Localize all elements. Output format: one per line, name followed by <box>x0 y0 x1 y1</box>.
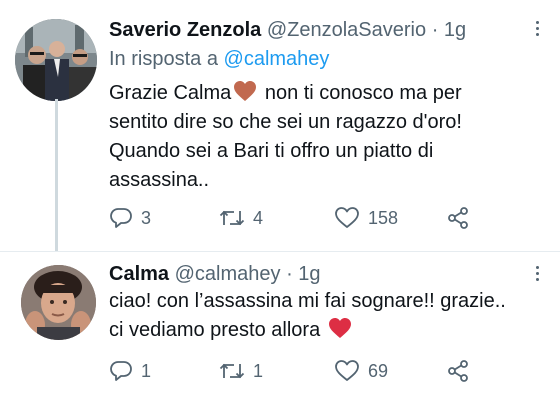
text-line: sentito dire so che sei un ragazzo d'oro… <box>109 111 462 133</box>
share-icon <box>448 360 468 382</box>
reply-prefix: In risposta a <box>109 48 224 70</box>
author-handle[interactable]: @calmahey <box>175 263 281 285</box>
tweet-header: Calma @calmahey · 1g <box>109 262 321 286</box>
tweet-calma[interactable]: Calma @calmahey · 1g ciao! con l’assassi… <box>0 252 560 401</box>
timestamp[interactable]: 1g <box>298 263 320 285</box>
reply-icon <box>110 361 132 381</box>
separator-dot: · <box>286 263 293 285</box>
tweet-text: Grazie Calma non ti conosco ma per senti… <box>109 79 462 195</box>
retweet-button[interactable]: 1 <box>219 358 263 384</box>
timestamp[interactable]: 1g <box>444 19 466 41</box>
like-count: 69 <box>368 360 389 381</box>
tweet-header: Saverio Zenzola @ZenzolaSaverio · 1g <box>109 18 466 42</box>
text-line: ciao! con l’assassina mi fai sognare!! g… <box>109 290 506 312</box>
tweet-saverio[interactable]: Saverio Zenzola @ZenzolaSaverio · 1g In … <box>0 0 560 252</box>
like-button[interactable]: 158 <box>334 205 398 231</box>
retweet-count: 4 <box>253 207 264 228</box>
share-button[interactable] <box>446 205 470 231</box>
reply-count: 1 <box>141 360 152 381</box>
author-name[interactable]: Saverio Zenzola <box>109 19 261 41</box>
avatar-saverio[interactable] <box>15 19 97 101</box>
reply-context: In risposta a @calmahey <box>109 47 329 71</box>
share-icon <box>448 207 468 229</box>
reply-button[interactable]: 3 <box>109 205 151 231</box>
action-bar: 1 1 69 <box>0 358 560 384</box>
retweet-icon <box>219 363 245 379</box>
share-button[interactable] <box>446 358 470 384</box>
text-line: ci vediamo presto allora <box>109 316 506 345</box>
avatar-calma[interactable] <box>21 265 96 340</box>
like-icon <box>335 360 359 381</box>
brown-heart-icon <box>233 80 257 111</box>
text-line: Quando sei a Bari ti offro un piatto di <box>109 140 434 162</box>
like-count: 158 <box>368 207 399 228</box>
text-line: Grazie Calma non ti conosco ma per <box>109 79 462 108</box>
retweet-count: 1 <box>253 360 264 381</box>
retweet-icon <box>219 210 245 226</box>
author-name[interactable]: Calma <box>109 263 169 285</box>
reply-mention-link[interactable]: @calmahey <box>224 48 330 70</box>
retweet-button[interactable]: 4 <box>219 205 263 231</box>
red-heart-icon <box>328 317 352 348</box>
like-button[interactable]: 69 <box>334 358 388 384</box>
reply-button[interactable]: 1 <box>109 358 151 384</box>
thread-connector-line <box>55 99 58 251</box>
reply-count: 3 <box>141 207 152 228</box>
more-icon[interactable] <box>536 21 542 43</box>
separator-dot: · <box>431 19 439 41</box>
action-bar: 3 4 158 <box>0 205 560 231</box>
author-handle[interactable]: @ZenzolaSaverio <box>267 19 426 41</box>
reply-icon <box>110 208 132 228</box>
like-icon <box>335 207 359 228</box>
tweet-text: ciao! con l’assassina mi fai sognare!! g… <box>109 287 506 345</box>
more-icon[interactable] <box>536 266 542 288</box>
text-line: assassina.. <box>109 169 210 191</box>
